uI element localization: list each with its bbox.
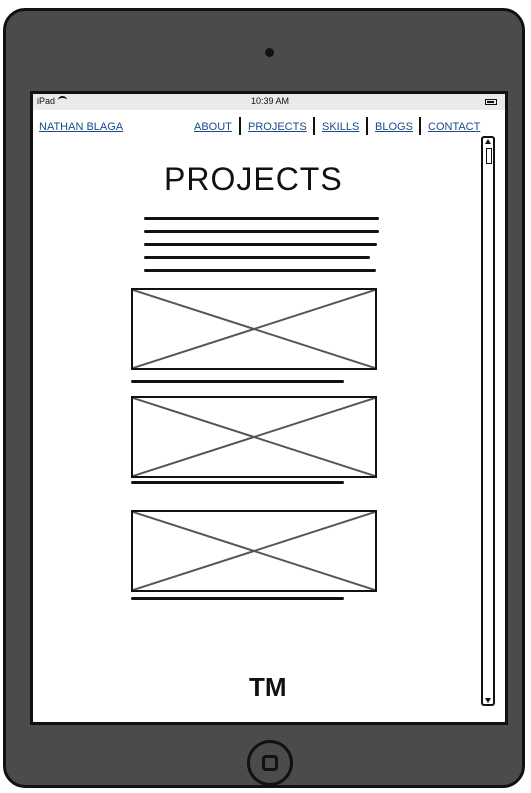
- nav-separator: [239, 117, 241, 135]
- project-image-placeholder: [131, 396, 377, 478]
- scroll-up-icon[interactable]: [485, 139, 491, 144]
- nav-brand-link[interactable]: NATHAN BLAGA: [39, 121, 123, 133]
- home-button-icon[interactable]: [247, 740, 293, 786]
- image-placeholder-icon: [133, 290, 375, 368]
- footer-mark: TM: [249, 672, 287, 702]
- text-line: [144, 230, 379, 233]
- nav-contact-link[interactable]: CONTACT: [428, 121, 480, 133]
- project-caption: [131, 597, 344, 600]
- image-placeholder-icon: [133, 398, 375, 476]
- project-image-placeholder: [131, 288, 377, 370]
- text-line: [144, 217, 379, 220]
- project-caption: [131, 481, 344, 484]
- battery-icon: [485, 99, 497, 105]
- wifi-icon: [58, 96, 68, 104]
- home-square-icon: [262, 755, 278, 771]
- project-image-placeholder: [131, 510, 377, 592]
- text-line: [144, 256, 370, 259]
- project-caption: [131, 380, 344, 383]
- camera-icon: [265, 48, 274, 57]
- scroll-down-icon[interactable]: [485, 698, 491, 703]
- image-placeholder-icon: [133, 512, 375, 590]
- nav-blogs-link[interactable]: BLOGS: [375, 121, 413, 133]
- scroll-thumb[interactable]: [486, 148, 492, 164]
- status-time: 10:39 AM: [251, 96, 290, 106]
- screen: iPad 10:39 AM NATHAN BLAGA ABOUT PROJECT…: [30, 91, 508, 725]
- status-bar: iPad 10:39 AM: [33, 94, 505, 110]
- nav-separator: [366, 117, 368, 135]
- nav-separator: [313, 117, 315, 135]
- vertical-scrollbar[interactable]: [481, 136, 495, 706]
- nav-about-link[interactable]: ABOUT: [194, 121, 232, 133]
- status-device-label: iPad: [37, 96, 56, 106]
- nav-skills-link[interactable]: SKILLS: [322, 121, 359, 133]
- page-title: PROJECTS: [164, 161, 343, 197]
- text-line: [144, 243, 377, 246]
- text-line: [144, 269, 376, 272]
- tablet-frame: iPad 10:39 AM NATHAN BLAGA ABOUT PROJECT…: [3, 8, 525, 788]
- nav-separator: [419, 117, 421, 135]
- nav-projects-link[interactable]: PROJECTS: [248, 121, 307, 133]
- status-device: iPad: [37, 96, 68, 106]
